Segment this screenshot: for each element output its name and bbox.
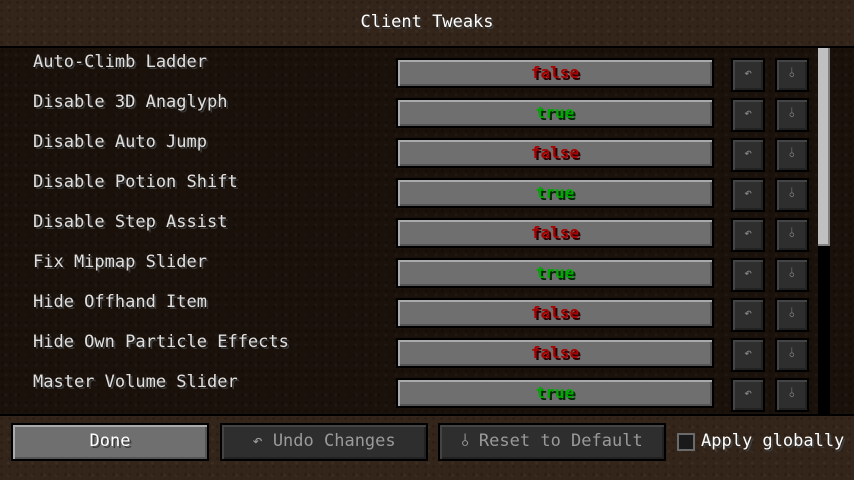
reset-icon[interactable]: ⫰ bbox=[775, 298, 809, 332]
option-label: Disable Auto Jump bbox=[33, 132, 207, 152]
option-label: Disable Step Assist bbox=[33, 212, 228, 232]
option-label: Hide Offhand Item bbox=[33, 292, 207, 312]
reset-icon[interactable]: ⫰ bbox=[775, 338, 809, 372]
option-toggle-button[interactable]: false bbox=[396, 298, 714, 328]
undo-icon[interactable]: ↶ bbox=[731, 138, 765, 172]
option-row: Disable Auto Jump false ↶ ⫰ bbox=[0, 128, 816, 172]
options-list[interactable]: Auto-Climb Ladder false ↶ ⫰ Disable 3D A… bbox=[0, 46, 854, 416]
apply-globally-checkbox[interactable] bbox=[677, 433, 695, 451]
reset-icon[interactable]: ⫰ bbox=[775, 218, 809, 252]
option-row: Disable Step Assist false ↶ ⫰ bbox=[0, 208, 816, 252]
option-row: Hide Own Particle Effects false ↶ ⫰ bbox=[0, 328, 816, 372]
option-toggle-button[interactable]: true bbox=[396, 258, 714, 288]
reset-icon[interactable]: ⫰ bbox=[775, 178, 809, 212]
option-toggle-button[interactable]: false bbox=[396, 338, 714, 368]
option-toggle-button[interactable]: false bbox=[396, 58, 714, 88]
option-row: Master Volume Slider true ↶ ⫰ bbox=[0, 368, 816, 412]
reset-icon[interactable]: ⫰ bbox=[775, 258, 809, 292]
option-toggle-button[interactable]: false bbox=[396, 218, 714, 248]
undo-icon[interactable]: ↶ bbox=[731, 98, 765, 132]
option-toggle-button[interactable]: false bbox=[396, 138, 714, 168]
option-row: Disable Potion Shift true ↶ ⫰ bbox=[0, 168, 816, 212]
undo-changes-button[interactable]: ↶ Undo Changes bbox=[220, 423, 428, 461]
undo-icon[interactable]: ↶ bbox=[731, 178, 765, 212]
option-label: Auto-Climb Ladder bbox=[33, 52, 207, 72]
option-toggle-button[interactable]: true bbox=[396, 178, 714, 208]
option-toggle-button[interactable]: true bbox=[396, 378, 714, 408]
undo-icon[interactable]: ↶ bbox=[731, 58, 765, 92]
option-label: Master Volume Slider bbox=[33, 372, 238, 392]
undo-icon[interactable]: ↶ bbox=[731, 258, 765, 292]
reset-icon[interactable]: ⫰ bbox=[775, 138, 809, 172]
reset-icon[interactable]: ⫰ bbox=[775, 58, 809, 92]
apply-globally-label: Apply globally bbox=[701, 431, 845, 451]
option-row: Disable 3D Anaglyph true ↶ ⫰ bbox=[0, 88, 816, 132]
undo-icon[interactable]: ↶ bbox=[731, 378, 765, 412]
option-row: Fix Mipmap Slider true ↶ ⫰ bbox=[0, 248, 816, 292]
done-button[interactable]: Done bbox=[11, 423, 209, 461]
option-label: Fix Mipmap Slider bbox=[33, 252, 207, 272]
undo-icon[interactable]: ↶ bbox=[731, 298, 765, 332]
page-title: Client Tweaks bbox=[360, 12, 494, 32]
reset-icon[interactable]: ⫰ bbox=[775, 378, 809, 412]
option-label: Hide Own Particle Effects bbox=[33, 332, 289, 352]
config-screen: Client Tweaks Auto-Climb Ladder false ↶ … bbox=[0, 0, 854, 480]
reset-icon[interactable]: ⫰ bbox=[775, 98, 809, 132]
option-row: Auto-Climb Ladder false ↶ ⫰ bbox=[0, 48, 816, 92]
reset-to-default-button[interactable]: ⫰ Reset to Default bbox=[438, 423, 666, 461]
option-label: Disable 3D Anaglyph bbox=[33, 92, 228, 112]
undo-icon[interactable]: ↶ bbox=[731, 218, 765, 252]
option-row: Hide Offhand Item false ↶ ⫰ bbox=[0, 288, 816, 332]
option-toggle-button[interactable]: true bbox=[396, 98, 714, 128]
scrollbar-thumb[interactable] bbox=[818, 48, 830, 246]
undo-icon[interactable]: ↶ bbox=[731, 338, 765, 372]
option-label: Disable Potion Shift bbox=[33, 172, 238, 192]
